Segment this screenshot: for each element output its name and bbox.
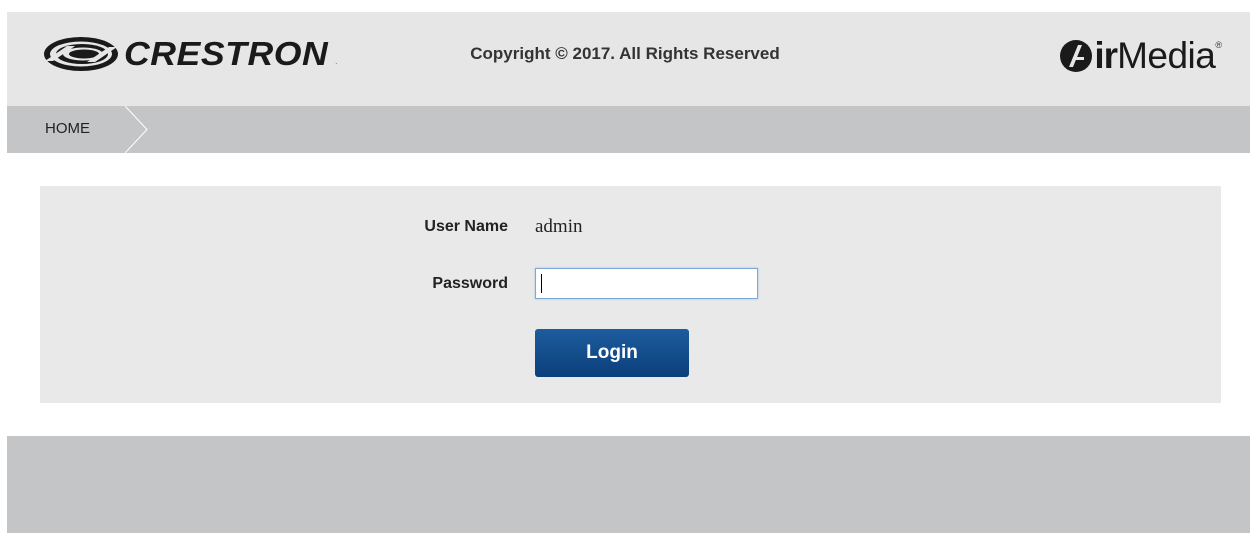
username-label: User Name bbox=[424, 218, 508, 235]
password-field[interactable] bbox=[535, 268, 758, 299]
text-cursor bbox=[541, 274, 542, 293]
breadcrumb-home-label[interactable]: HOME bbox=[45, 120, 90, 137]
username-value: admin bbox=[535, 216, 583, 237]
login-panel: User Name admin Password Login bbox=[40, 186, 1221, 403]
footer bbox=[7, 436, 1250, 533]
copyright-text: Copyright © 2017. All Rights Reserved bbox=[470, 44, 780, 63]
password-label: Password bbox=[432, 275, 508, 292]
login-button[interactable]: Login bbox=[535, 329, 689, 377]
breadcrumb-item-home[interactable]: HOME bbox=[7, 106, 132, 153]
chevron-right-icon bbox=[125, 106, 148, 153]
login-page: CRESTRON . ir Media ® HOME User Name adm… bbox=[0, 0, 1250, 533]
breadcrumb: HOME bbox=[7, 106, 1250, 153]
